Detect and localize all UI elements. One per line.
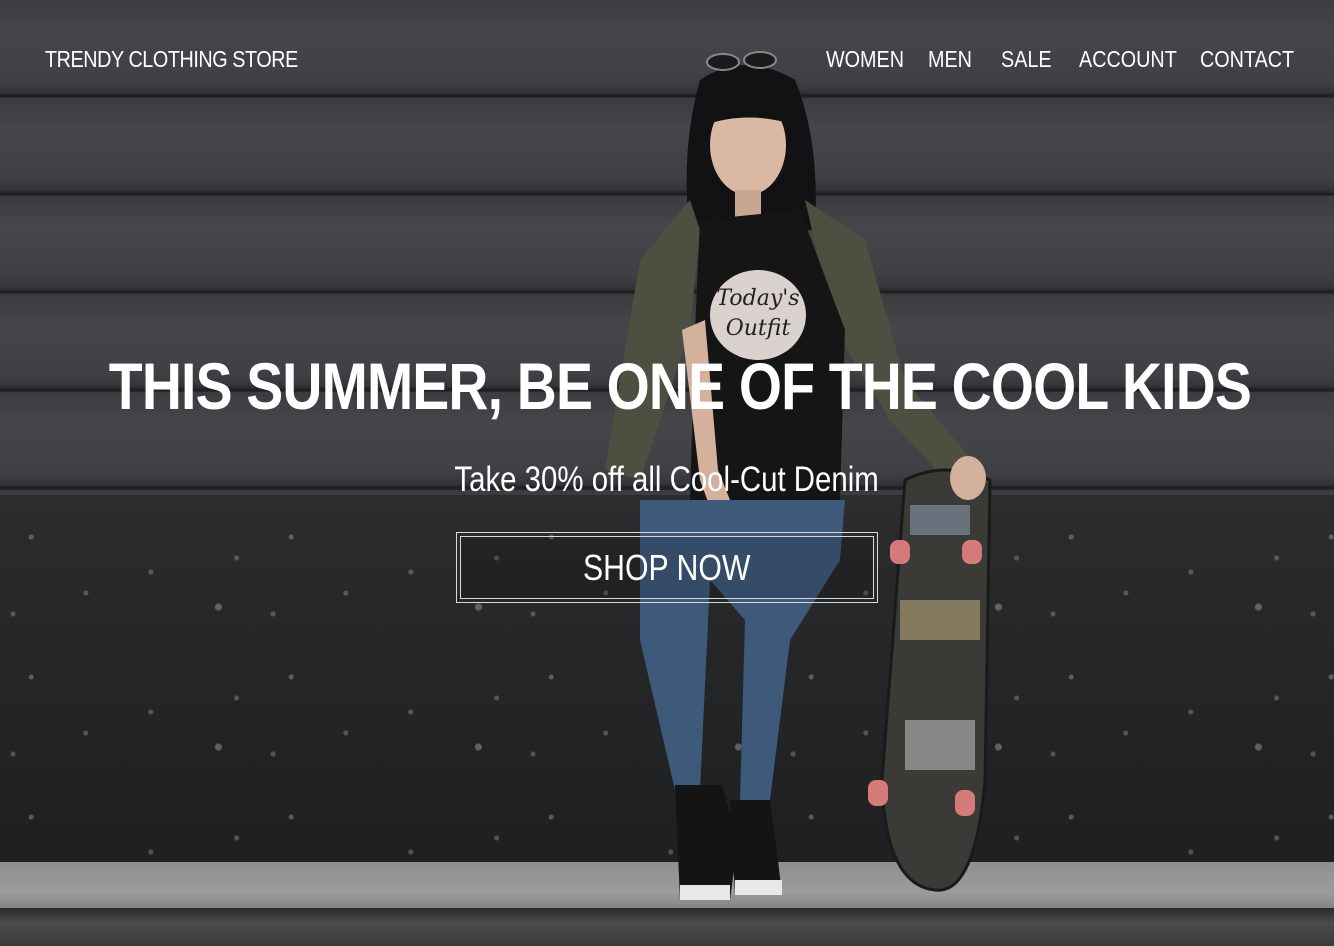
hero-headline-text: THIS SUMMER, BE ONE OF THE COOL KIDS — [108, 349, 1252, 423]
shop-now-button[interactable]: SHOP NOW — [456, 532, 878, 603]
hero-section: Today's Outfit TRENDY CLOTHING STORE WOM… — [0, 0, 1334, 946]
store-logo[interactable]: TRENDY CLOTHING STORE — [45, 46, 298, 73]
nav-item-account[interactable]: ACCOUNT — [1079, 46, 1177, 73]
nav-item-women[interactable]: WOMEN — [826, 46, 904, 73]
shop-now-label: SHOP NOW — [583, 546, 751, 588]
shirt-print-text-2: Outfit — [726, 316, 791, 341]
hero-subheadline-text: Take 30% off all Cool-Cut Denim — [454, 460, 880, 499]
nav-item-sale[interactable]: SALE — [1001, 46, 1052, 73]
shirt-print-text-1: Today's — [716, 286, 799, 311]
shop-now-button-inner[interactable]: SHOP NOW — [460, 536, 874, 599]
hero-subheadline: Take 30% off all Cool-Cut Denim — [0, 460, 1334, 500]
hero-headline: THIS SUMMER, BE ONE OF THE COOL KIDS — [0, 348, 1334, 424]
nav-item-men[interactable]: MEN — [928, 46, 972, 73]
site-header: TRENDY CLOTHING STORE WOMEN MEN SALE ACC… — [0, 0, 1334, 120]
nav-item-contact[interactable]: CONTACT — [1200, 46, 1294, 73]
